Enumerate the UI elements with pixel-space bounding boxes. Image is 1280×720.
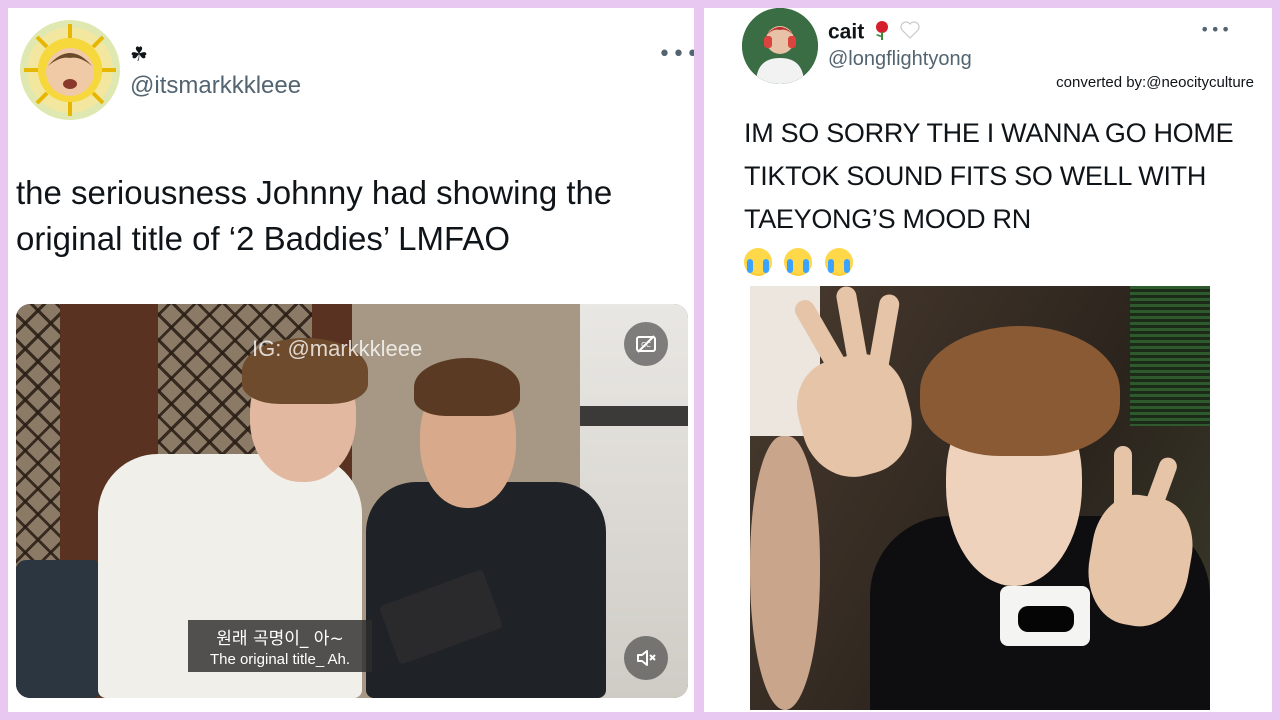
white-heart-emoji-icon	[899, 20, 921, 45]
tweet-card-left: ☘ @itsmarkkkleee ••• the seriousness Joh…	[8, 8, 694, 712]
bow-tie	[1018, 606, 1074, 632]
user-handle[interactable]: @longflightyong	[828, 48, 972, 71]
user-handle[interactable]: @itsmarkkkleee	[130, 72, 301, 100]
display-name[interactable]: ☘	[130, 42, 148, 66]
tweet-text: the seriousness Johnny had showing the o…	[16, 174, 613, 257]
emoji-row	[744, 248, 861, 276]
subtitle-english: The original title_ Ah.	[209, 651, 351, 668]
converted-by-credit: converted by:@neocityculture	[1056, 74, 1254, 91]
subtitle-korean: 원래 곡명이_ 아~	[216, 629, 344, 649]
side-face	[750, 436, 820, 710]
rose-emoji-icon	[873, 20, 891, 45]
sun-face-avatar-icon	[24, 24, 116, 116]
more-options-button[interactable]: •••	[1200, 22, 1231, 38]
tweet-video[interactable]: IG: @markkkleee CC 원래 곡명이_ 아~ The origin…	[16, 304, 688, 698]
green-stripes	[1130, 286, 1210, 426]
volume-button[interactable]	[624, 636, 668, 680]
display-name-row: cait	[828, 20, 921, 46]
more-options-button[interactable]: •••	[658, 44, 694, 66]
user-avatar[interactable]	[20, 20, 120, 120]
hair	[920, 326, 1120, 456]
user-avatar[interactable]	[742, 8, 818, 84]
loudly-crying-face-icon	[784, 248, 813, 276]
loudly-crying-face-icon	[744, 248, 772, 276]
person-avatar-icon	[742, 8, 818, 84]
loudly-crying-face-icon	[824, 248, 853, 276]
tweet-gif[interactable]	[750, 286, 1210, 710]
chair	[16, 560, 102, 698]
volume-muted-icon	[637, 650, 656, 666]
tweet-card-right: cait @longflightyong ••• converted by:@n…	[704, 8, 1272, 712]
finger	[1114, 446, 1132, 516]
tweet-text: IM SO SORRY THE I WANNA GO HOME TIKTOK S…	[744, 118, 1234, 234]
video-subtitle: 원래 곡명이_ 아~ The original title_ Ah.	[188, 620, 372, 672]
video-watermark: IG: @markkkleee	[252, 336, 423, 361]
display-name[interactable]: cait	[828, 21, 864, 44]
closed-captions-off-icon: CC	[636, 335, 656, 353]
captions-button[interactable]: CC	[624, 322, 668, 366]
person-hair	[414, 358, 520, 416]
